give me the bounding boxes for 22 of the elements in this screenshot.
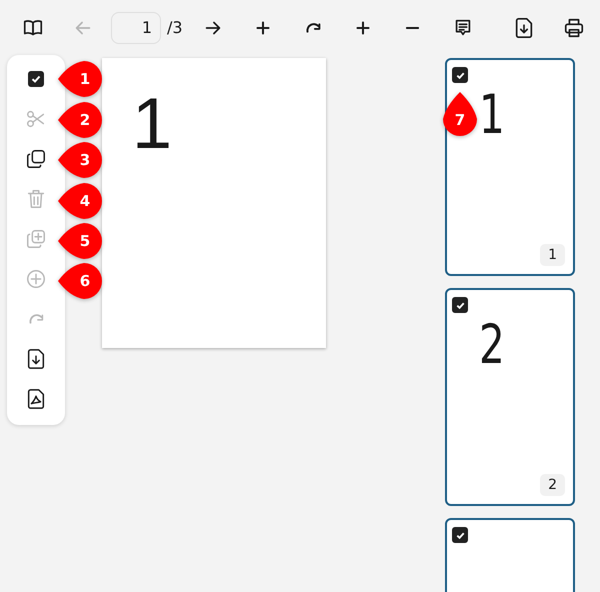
thumbnail-text: 1 xyxy=(479,88,505,142)
thumbnail-checkbox[interactable] xyxy=(452,67,468,83)
step-marker: 5 xyxy=(58,223,102,259)
page-number-label: 1 xyxy=(540,244,565,266)
step-marker: 6 xyxy=(58,263,102,299)
minus-icon xyxy=(406,26,420,30)
step-marker: 2 xyxy=(58,102,102,138)
thumbnail-checkbox[interactable] xyxy=(452,297,468,313)
page-number-label: 2 xyxy=(540,474,565,496)
thumbnail-checkbox[interactable] xyxy=(452,527,468,543)
page-number-field[interactable]: 1 xyxy=(111,12,161,44)
page-thumbnail[interactable]: 2 2 xyxy=(445,288,575,506)
file-download-icon xyxy=(513,16,535,38)
thumbnail-text: 2 xyxy=(479,318,505,372)
page-text: 1 xyxy=(132,88,172,160)
step-marker: 4 xyxy=(58,183,102,219)
page-total: /3 xyxy=(167,18,183,37)
printer-icon xyxy=(563,16,585,38)
step-marker: 3 xyxy=(58,142,102,178)
step-marker: 1 xyxy=(58,61,102,97)
checkmark-icon xyxy=(30,73,42,85)
step-marker: 7 xyxy=(443,92,477,136)
